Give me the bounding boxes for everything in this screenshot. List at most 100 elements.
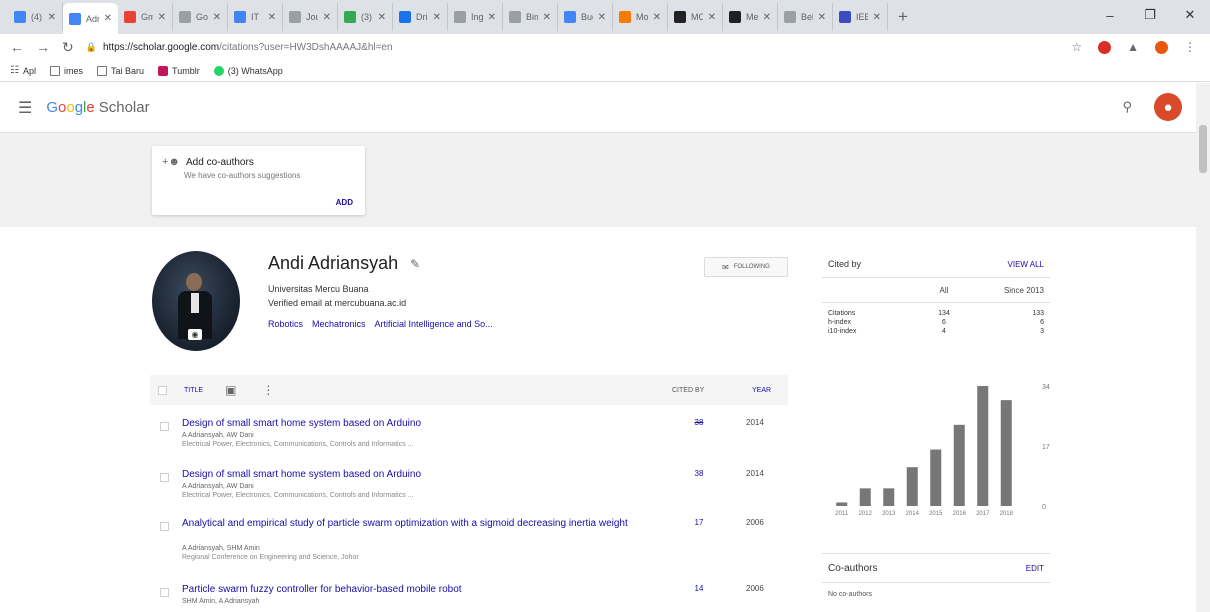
search-icon[interactable]: ⚲ [1122, 99, 1132, 115]
bookmark-tumblr[interactable]: Tumblr [158, 65, 200, 76]
edit-pencil-icon[interactable]: ✎ [410, 257, 420, 271]
article-title[interactable]: Particle swarm fuzzy controller for beha… [182, 584, 662, 596]
interest-link[interactable]: Mechatronics [312, 319, 366, 329]
address-bar[interactable]: 🔒 https://scholar.google.com/citations?u… [86, 37, 1060, 57]
article-cited-by[interactable]: 38 [682, 418, 716, 427]
tab-close-icon[interactable]: ✕ [763, 12, 771, 23]
bookmark-whatsapp[interactable]: (3) WhatsApp [213, 65, 283, 76]
tab-close-icon[interactable]: ✕ [268, 12, 276, 23]
citation-bar[interactable] [906, 467, 918, 506]
new-tab-button[interactable]: + [898, 7, 908, 27]
tab-favicon-icon [454, 11, 466, 23]
extension-pdf-icon[interactable]: ▲ [1127, 40, 1139, 54]
browser-tab[interactable]: IEE ✕ [833, 3, 888, 31]
citation-bar[interactable] [1000, 400, 1012, 506]
merge-icon[interactable]: ▣ [225, 383, 236, 397]
article-year: 2014 [746, 418, 764, 427]
tab-close-icon[interactable]: ✕ [818, 12, 826, 23]
add-coauthors-button[interactable]: ADD [336, 198, 353, 207]
bookmark-apps[interactable]: ☷ Apl [10, 65, 36, 76]
tab-close-icon[interactable]: ✕ [433, 12, 441, 23]
browser-tab[interactable]: MO ✕ [668, 3, 723, 31]
tab-close-icon[interactable]: ✕ [213, 12, 221, 23]
reload-icon[interactable]: ↻ [62, 39, 74, 56]
browser-tab[interactable]: Jou ✕ [283, 3, 338, 31]
tab-favicon-icon [14, 11, 26, 23]
sort-by-cited[interactable]: CITED BY [672, 387, 704, 394]
browser-tab[interactable]: (3) ✕ [338, 3, 393, 31]
article-cited-by[interactable]: 17 [682, 518, 716, 527]
view-all-button[interactable]: VIEW ALL [1008, 260, 1044, 269]
browser-tab[interactable]: Adri ✕ [63, 3, 118, 34]
article-checkbox[interactable] [160, 422, 169, 431]
following-button[interactable]: ✉ FOLLOWING [704, 257, 788, 277]
extension-red-icon[interactable] [1098, 40, 1112, 54]
browser-tab[interactable]: Mel ✕ [723, 3, 778, 31]
citation-bar[interactable] [836, 502, 848, 506]
browser-tab[interactable]: Buc ✕ [558, 3, 613, 31]
citation-bar[interactable] [977, 386, 989, 506]
tab-close-icon[interactable]: ✕ [158, 12, 166, 23]
browser-tab[interactable]: (4) 3G ✕ [8, 3, 63, 31]
forward-arrow-icon[interactable]: → [36, 39, 50, 55]
browser-tab[interactable]: Bel ✕ [778, 3, 833, 31]
browser-tab[interactable]: Goo ✕ [173, 3, 228, 31]
browser-tab[interactable]: Bim ✕ [503, 3, 558, 31]
kebab-menu-icon[interactable]: ⋮ [1184, 40, 1196, 54]
tab-close-icon[interactable]: ✕ [543, 12, 551, 23]
browser-tab[interactable]: Ing ✕ [448, 3, 503, 31]
minimize-icon[interactable]: – [1090, 0, 1130, 30]
citation-bar[interactable] [859, 488, 871, 506]
bookmark-star-icon[interactable]: ☆ [1071, 40, 1082, 54]
more-vert-icon[interactable]: ⋮ [262, 383, 274, 397]
google-scholar-logo[interactable]: Google Scholar [46, 99, 149, 116]
tab-favicon-icon [674, 11, 686, 23]
browser-tab[interactable]: Dri ✕ [393, 3, 448, 31]
tab-close-icon[interactable]: ✕ [104, 13, 112, 24]
tab-close-icon[interactable]: ✕ [488, 12, 496, 23]
browser-tab[interactable]: Gm ✕ [118, 3, 173, 31]
profile-photo[interactable]: ◉ [152, 251, 240, 351]
tab-favicon-icon [839, 11, 851, 23]
following-label: FOLLOWING [733, 264, 770, 270]
tab-list: (4) 3G✕Adri✕Gm✕Goo✕IT✕Jou✕(3)✕Dri✕Ing✕Bi… [8, 0, 888, 34]
tab-close-icon[interactable]: ✕ [598, 12, 606, 23]
restore-icon[interactable]: ❐ [1130, 0, 1170, 30]
article-checkbox[interactable] [160, 588, 169, 597]
bookmark-tab-baru[interactable]: Tai Baru [97, 65, 144, 76]
sort-by-title[interactable]: TITLE [184, 387, 203, 394]
back-arrow-icon[interactable]: ← [10, 39, 24, 55]
interest-link[interactable]: Artificial Intelligence and So... [375, 319, 493, 329]
select-all-checkbox[interactable] [158, 385, 167, 395]
page-scrollbar[interactable] [1196, 83, 1210, 612]
article-title[interactable]: Analytical and empirical study of partic… [182, 518, 662, 530]
article-title[interactable]: Design of small smart home system based … [182, 469, 662, 481]
account-avatar[interactable]: ● [1154, 93, 1182, 121]
article-checkbox[interactable] [160, 522, 169, 531]
browser-tab[interactable]: IT ✕ [228, 3, 283, 31]
camera-icon[interactable]: ◉ [188, 329, 202, 340]
article-cited-by[interactable]: 14 [682, 584, 716, 593]
profile-icon[interactable] [1155, 40, 1168, 54]
citation-bar[interactable] [930, 449, 942, 506]
tab-close-icon[interactable]: ✕ [873, 12, 881, 23]
article-cited-by[interactable]: 38 [682, 469, 716, 478]
citation-bar[interactable] [883, 488, 895, 506]
bookmark-imes[interactable]: imes [49, 65, 83, 76]
interest-link[interactable]: Robotics [268, 319, 303, 329]
tab-close-icon[interactable]: ✕ [378, 12, 386, 23]
scrollbar-thumb[interactable] [1199, 125, 1207, 173]
article-title[interactable]: Design of small smart home system based … [182, 418, 662, 430]
tab-close-icon[interactable]: ✕ [323, 12, 331, 23]
citation-bar[interactable] [953, 424, 965, 506]
article-checkbox[interactable] [160, 473, 169, 482]
close-window-icon[interactable]: ✕ [1170, 0, 1210, 30]
hamburger-menu-icon[interactable]: ☰ [18, 98, 32, 118]
tab-close-icon[interactable]: ✕ [653, 12, 661, 23]
edit-coauthors-button[interactable]: EDIT [1026, 564, 1044, 573]
tab-close-icon[interactable]: ✕ [48, 12, 56, 23]
browser-tab[interactable]: Mo ✕ [613, 3, 668, 31]
sort-by-year[interactable]: YEAR [752, 387, 771, 394]
y-tick-label: 0 [1042, 504, 1046, 511]
tab-close-icon[interactable]: ✕ [708, 12, 716, 23]
